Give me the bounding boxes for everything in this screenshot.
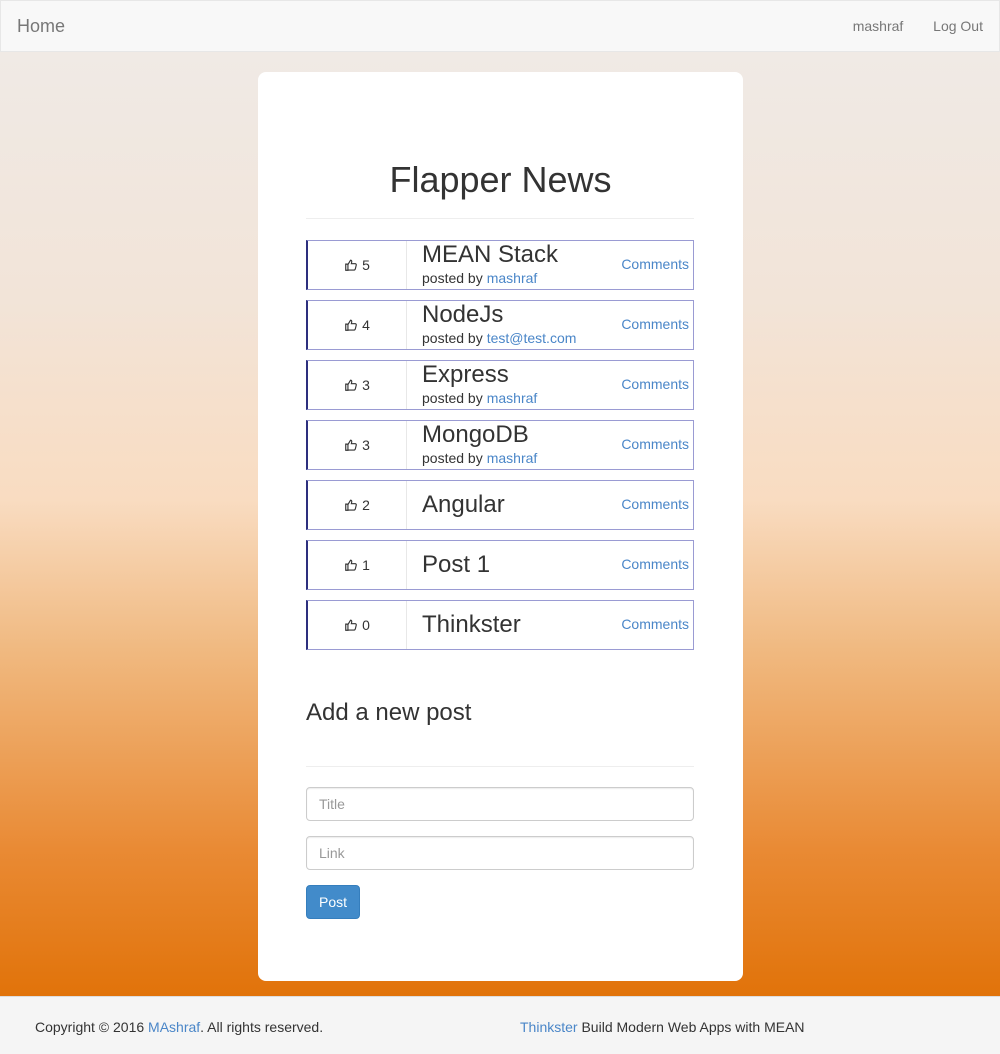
post-title: Express xyxy=(422,361,509,388)
author-link[interactable]: MAshraf xyxy=(148,1019,200,1035)
post-item: 3 MongoDB posted by mashraf Comments xyxy=(306,420,694,470)
thumbs-up-icon[interactable] xyxy=(344,438,362,452)
upvote-count: 3 xyxy=(362,437,370,453)
upvote-button[interactable]: 3 xyxy=(308,421,407,469)
footer-tagline: Thinkster Build Modern Web Apps with MEA… xyxy=(520,1019,805,1035)
copyright-suffix: . All rights reserved. xyxy=(200,1019,324,1035)
post-byline: posted by mashraf xyxy=(422,449,537,467)
post-item: 4 NodeJs posted by test@test.com Comments xyxy=(306,300,694,350)
posted-by-label: posted by xyxy=(422,450,483,466)
thumbs-up-icon[interactable] xyxy=(344,498,362,512)
posted-by-label: posted by xyxy=(422,330,483,346)
thumbs-up-icon[interactable] xyxy=(344,558,362,572)
title-divider xyxy=(306,218,694,219)
upvote-button[interactable]: 1 xyxy=(308,541,407,589)
footer-copyright: Copyright © 2016 MAshraf. All rights res… xyxy=(35,1019,323,1035)
post-title: MongoDB xyxy=(422,421,529,448)
comments-link[interactable]: Comments xyxy=(621,496,689,512)
comments-link[interactable]: Comments xyxy=(621,256,689,272)
home-link[interactable]: Home xyxy=(17,16,65,37)
title-input[interactable] xyxy=(306,787,694,821)
post-button[interactable]: Post xyxy=(306,885,360,919)
content-panel: Flapper News 5 MEAN Stack posted by mashraf… xyxy=(258,72,743,981)
footer: Copyright © 2016 MAshraf. All rights res… xyxy=(0,996,1000,1054)
post-author-link[interactable]: mashraf xyxy=(487,270,538,286)
post-title: MEAN Stack xyxy=(422,241,559,268)
navbar: Home mashraf Log Out xyxy=(0,0,1000,52)
upvote-button[interactable]: 2 xyxy=(308,481,407,529)
thumbs-up-icon[interactable] xyxy=(344,618,362,632)
posted-by-label: posted by xyxy=(422,270,483,286)
upvote-count: 4 xyxy=(362,317,370,333)
copyright-text: Copyright © 2016 xyxy=(35,1019,145,1035)
post-title: Post 1 xyxy=(422,551,491,578)
upvote-button[interactable]: 5 xyxy=(308,241,407,289)
post-list: 5 MEAN Stack posted by mashraf Comments 4 Node… xyxy=(306,240,694,660)
comments-link[interactable]: Comments xyxy=(621,316,689,332)
comments-link[interactable]: Comments xyxy=(621,616,689,632)
thumbs-up-icon[interactable] xyxy=(344,378,362,392)
post-byline: posted by mashraf xyxy=(422,269,537,287)
comments-link[interactable]: Comments xyxy=(621,436,689,452)
navbar-right: mashraf Log Out xyxy=(827,18,983,34)
post-byline: posted by mashraf xyxy=(422,389,537,407)
page-title: Flapper News xyxy=(389,159,612,200)
thumbs-up-icon[interactable] xyxy=(344,318,362,332)
post-title: Angular xyxy=(422,491,505,518)
upvote-button[interactable]: 4 xyxy=(308,301,407,349)
comments-link[interactable]: Comments xyxy=(621,376,689,392)
form-divider xyxy=(306,766,694,767)
upvote-button[interactable]: 3 xyxy=(308,361,407,409)
post-author-link[interactable]: test@test.com xyxy=(487,330,577,346)
user-link[interactable]: mashraf xyxy=(853,18,904,34)
thinkster-link[interactable]: Thinkster xyxy=(520,1019,578,1035)
upvote-count: 2 xyxy=(362,497,370,513)
post-title: Thinkster xyxy=(422,611,521,638)
post-byline: posted by test@test.com xyxy=(422,329,576,347)
post-item: 0 Thinkster Comments xyxy=(306,600,694,650)
post-item: 3 Express posted by mashraf Comments xyxy=(306,360,694,410)
thumbs-up-icon[interactable] xyxy=(344,258,362,272)
logout-link[interactable]: Log Out xyxy=(933,18,983,34)
post-item: 1 Post 1 Comments xyxy=(306,540,694,590)
posted-by-label: posted by xyxy=(422,390,483,406)
upvote-count: 1 xyxy=(362,557,370,573)
upvote-button[interactable]: 0 xyxy=(308,601,407,649)
comments-link[interactable]: Comments xyxy=(621,556,689,572)
upvote-count: 0 xyxy=(362,617,370,633)
upvote-count: 3 xyxy=(362,377,370,393)
link-input[interactable] xyxy=(306,836,694,870)
post-item: 2 Angular Comments xyxy=(306,480,694,530)
upvote-count: 5 xyxy=(362,257,370,273)
post-author-link[interactable]: mashraf xyxy=(487,450,538,466)
add-post-heading: Add a new post xyxy=(306,699,472,726)
post-author-link[interactable]: mashraf xyxy=(487,390,538,406)
tagline-text: Build Modern Web Apps with MEAN xyxy=(581,1019,805,1035)
post-item: 5 MEAN Stack posted by mashraf Comments xyxy=(306,240,694,290)
post-title: NodeJs xyxy=(422,301,504,328)
